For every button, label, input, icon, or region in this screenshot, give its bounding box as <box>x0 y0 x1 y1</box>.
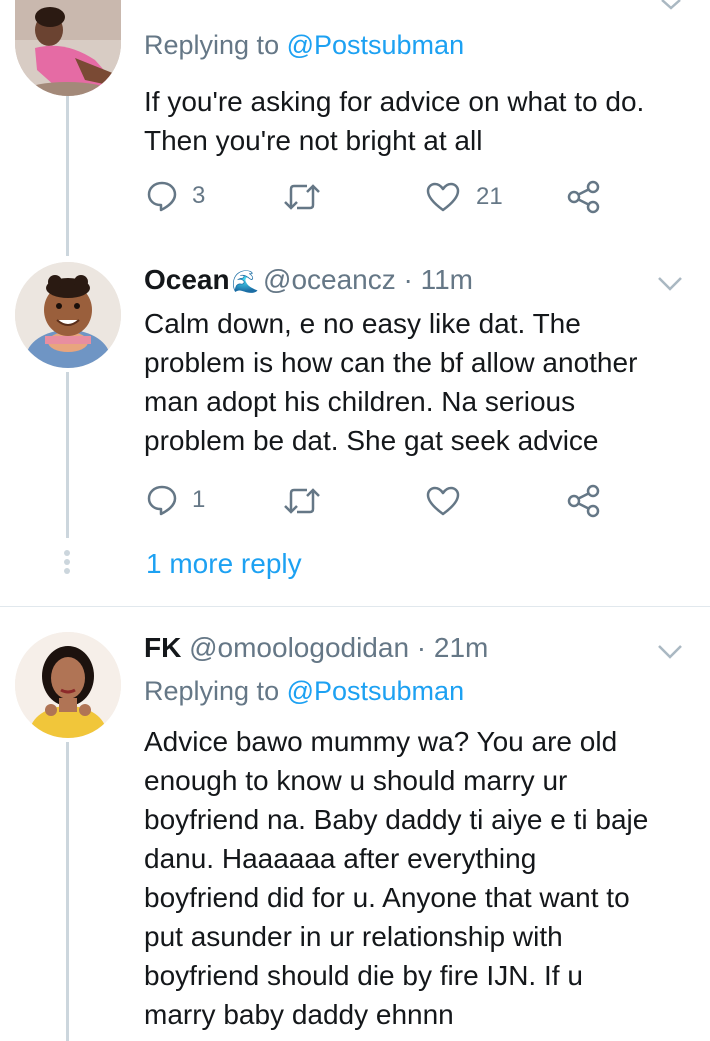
tweet-text: If you're asking for advice on what to d… <box>144 86 645 156</box>
display-name[interactable]: Ocean <box>144 264 230 295</box>
tweet-text: Advice bawo mummy wa? You are old enough… <box>144 726 649 1030</box>
chevron-down-icon[interactable] <box>657 276 683 292</box>
retweet-button[interactable] <box>283 182 321 212</box>
user-handle[interactable]: @oceancz <box>263 264 396 295</box>
share-button[interactable] <box>567 484 601 518</box>
like-button[interactable] <box>426 486 460 516</box>
retweet-icon <box>284 488 320 514</box>
share-icon <box>567 484 600 518</box>
heart-icon <box>426 486 460 516</box>
avatar[interactable] <box>15 262 121 368</box>
user-handle[interactable]: @omoologodidan <box>189 632 409 663</box>
wave-emoji: 🌊 <box>231 269 260 294</box>
timestamp: · 21m <box>409 632 489 663</box>
reply-count: 1 <box>192 486 206 513</box>
retweet-icon <box>284 184 320 210</box>
divider <box>0 606 710 607</box>
timestamp: · 11m <box>395 264 474 295</box>
chevron-down-icon[interactable] <box>657 644 683 660</box>
replying-to: Replying to @Postsubman <box>144 676 465 706</box>
heart-icon <box>426 182 460 212</box>
thread-line <box>66 372 69 538</box>
share-icon <box>567 180 600 214</box>
like-button[interactable]: 21 <box>426 182 503 212</box>
tweet-header: Ocean🌊 @oceancz · 11m <box>144 262 473 300</box>
retweet-button[interactable] <box>283 486 321 516</box>
avatar[interactable] <box>15 632 121 738</box>
tweet-header: FK @omoologodidan · 21m <box>144 630 488 666</box>
mention-link[interactable]: @Postsubman <box>287 676 465 706</box>
reply-count: 3 <box>192 182 206 209</box>
tweet-header-clipped <box>144 0 644 8</box>
reply-button[interactable]: 1 <box>146 484 205 516</box>
like-count: 21 <box>476 183 503 210</box>
reply-icon <box>147 485 177 516</box>
more-replies-link[interactable]: 1 more reply <box>146 548 302 580</box>
thread-line <box>66 96 69 256</box>
tweet-text: Calm down, e no easy like dat. The probl… <box>144 308 638 456</box>
avatar[interactable] <box>15 0 121 96</box>
replying-to: Replying to @Postsubman <box>144 30 465 60</box>
chevron-down-icon[interactable] <box>660 0 682 12</box>
share-button[interactable] <box>567 180 601 214</box>
reply-icon <box>147 181 177 212</box>
mention-link[interactable]: @Postsubman <box>287 30 465 60</box>
display-name[interactable]: FK <box>144 632 181 663</box>
thread-dots <box>64 550 70 577</box>
thread-line <box>66 742 69 1041</box>
reply-button[interactable]: 3 <box>146 180 205 212</box>
